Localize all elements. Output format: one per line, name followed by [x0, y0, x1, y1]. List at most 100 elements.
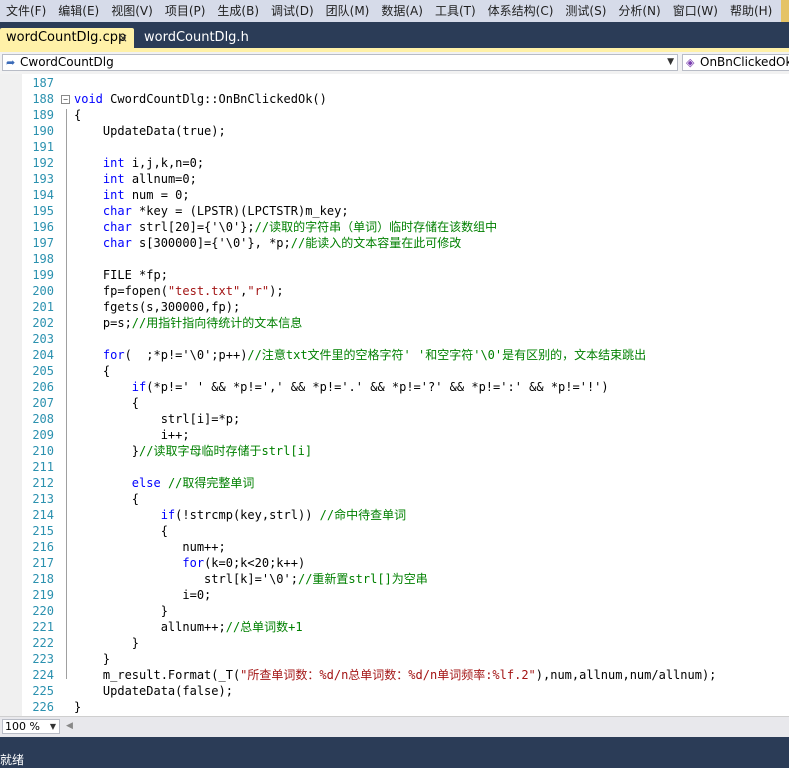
- line-number: 199: [32, 268, 54, 282]
- class-dropdown[interactable]: ➦ CwordCountDlg ▼: [2, 54, 678, 71]
- zoom-level: 100 %: [5, 720, 40, 733]
- line-number: 225: [32, 684, 54, 698]
- line-number: 222: [32, 636, 54, 650]
- code-text: int num = 0;: [102, 188, 190, 202]
- scroll-left-icon[interactable]: ◀: [66, 721, 73, 731]
- code-text: {: [74, 108, 82, 122]
- line-number: 192: [32, 156, 54, 170]
- line-number: 194: [32, 188, 54, 202]
- chevron-down-icon: ▼: [49, 722, 56, 731]
- line-number: 204: [32, 348, 54, 362]
- line-number: 190: [32, 124, 54, 138]
- line-number: 202: [32, 316, 54, 330]
- menu-item-7[interactable]: 数据(A): [375, 1, 429, 21]
- tab-label: wordCountDlg.cpp: [6, 30, 127, 45]
- line-number: 226: [32, 700, 54, 714]
- line-number: 206: [32, 380, 54, 394]
- code-text: p=s;//用指针指向待统计的文本信息: [74, 316, 303, 330]
- member-name: OnBnClickedOk: [700, 55, 789, 69]
- menu-item-11[interactable]: 分析(N): [612, 1, 666, 21]
- menu-item-12[interactable]: 窗口(W): [667, 1, 724, 21]
- menu-item-5[interactable]: 调试(D): [265, 1, 320, 21]
- code-text: strl[i]=*p;: [74, 412, 241, 426]
- code-text: char strl[20]={'\0'};//读取的字符串（单词）临时存储在该数…: [102, 220, 498, 234]
- outline-bar: [66, 109, 67, 679]
- line-number: 197: [32, 236, 54, 250]
- navigation-bar: ➦ CwordCountDlg ▼ ◈ OnBnClickedOk: [0, 52, 789, 75]
- line-number: 219: [32, 588, 54, 602]
- line-number: 205: [32, 364, 54, 378]
- collapse-icon[interactable]: −: [61, 95, 70, 104]
- menu-item-4[interactable]: 生成(B): [211, 1, 265, 21]
- line-number: 189: [32, 108, 54, 122]
- line-number: 221: [32, 620, 54, 634]
- line-number: 210: [32, 444, 54, 458]
- editor-bottom-bar: 100 % ▼ ◀: [0, 716, 789, 737]
- method-icon: ◈: [686, 56, 695, 69]
- line-number: 201: [32, 300, 54, 314]
- menu-item-6[interactable]: 团队(M): [320, 1, 376, 21]
- line-number: 211: [32, 460, 54, 474]
- tab-wordcountdlg-h[interactable]: wordCountDlg.h: [138, 28, 255, 48]
- line-number: 198: [32, 252, 54, 266]
- menu-item-0[interactable]: 文件(F): [0, 1, 52, 21]
- code-text: allnum++;//总单词数+1: [74, 620, 303, 634]
- tab-label: wordCountDlg.h: [144, 30, 249, 45]
- code-text: else //取得完整单词: [131, 476, 255, 490]
- code-text: fgets(s,300000,fp);: [74, 300, 241, 314]
- code-text: void CwordCountDlg::OnBnClickedOk(): [74, 92, 327, 106]
- code-editor[interactable]: 187 188− void CwordCountDlg::OnBnClickedOk…: [0, 74, 789, 716]
- class-name: CwordCountDlg: [20, 55, 114, 69]
- status-text: 就绪: [0, 753, 25, 767]
- line-number: 216: [32, 540, 54, 554]
- code-text: }//读取字母临时存储于strl[i]: [74, 444, 313, 458]
- code-text: }: [74, 700, 82, 714]
- code-text: UpdateData(false);: [74, 684, 233, 698]
- menu-item-2[interactable]: 视图(V): [105, 1, 159, 21]
- code-text: {: [74, 524, 168, 538]
- code-text: char s[300000]={'\0'}, *p;//能读入的文本容量在此可修…: [102, 236, 462, 250]
- line-number: 224: [32, 668, 54, 682]
- code-text: i++;: [74, 428, 190, 442]
- selection-margin: [0, 74, 22, 716]
- menu-item-10[interactable]: 测试(S): [559, 1, 612, 21]
- code-text: i=0;: [74, 588, 212, 602]
- menu-item-13[interactable]: 帮助(H): [724, 1, 778, 21]
- line-number: 191: [32, 140, 54, 154]
- line-number: 212: [32, 476, 54, 490]
- menu-item-8[interactable]: 工具(T): [429, 1, 482, 21]
- window-edge: [781, 0, 789, 22]
- code-text: }: [74, 652, 111, 666]
- chevron-down-icon: ▼: [667, 57, 674, 67]
- menu-bar: 文件(F) 编辑(E) 视图(V) 项目(P) 生成(B) 调试(D) 团队(M) 数据(A)…: [0, 0, 789, 23]
- line-number: 217: [32, 556, 54, 570]
- tab-wordcountdlg-cpp[interactable]: wordCountDlg.cpp ×: [0, 28, 134, 48]
- line-number: 193: [32, 172, 54, 186]
- code-text: if(!strcmp(key,strl)) //命中待查单词: [160, 508, 407, 522]
- close-icon[interactable]: ×: [118, 28, 128, 48]
- member-dropdown[interactable]: ◈ OnBnClickedOk: [682, 54, 789, 71]
- code-text: }: [74, 636, 140, 650]
- menu-item-9[interactable]: 体系结构(C): [482, 1, 560, 21]
- code-text: m_result.Format(_T("所查单词数：%d/n总单词数：%d/n单…: [74, 668, 717, 682]
- line-number: 223: [32, 652, 54, 666]
- line-number: 187: [32, 76, 54, 90]
- code-text: for( ;*p!='\0';p++)//注意txt文件里的空格字符' '和空字…: [102, 348, 647, 362]
- code-text: for(k=0;k<20;k++): [182, 556, 306, 570]
- line-number: 207: [32, 396, 54, 410]
- code-text: fp=fopen("test.txt","r");: [74, 284, 284, 298]
- line-number: 209: [32, 428, 54, 442]
- menu-item-1[interactable]: 编辑(E): [52, 1, 105, 21]
- line-number: 203: [32, 332, 54, 346]
- menu-item-3[interactable]: 项目(P): [159, 1, 212, 21]
- zoom-dropdown[interactable]: 100 % ▼: [2, 719, 60, 734]
- code-text: FILE *fp;: [74, 268, 168, 282]
- code-text: }: [74, 604, 168, 618]
- code-text: {: [74, 364, 111, 378]
- line-number: 195: [32, 204, 54, 218]
- line-number: 200: [32, 284, 54, 298]
- line-number: 196: [32, 220, 54, 234]
- line-number: 215: [32, 524, 54, 538]
- code-text: char *key = (LPSTR)(LPCTSTR)m_key;: [102, 204, 349, 218]
- code-text: int allnum=0;: [102, 172, 197, 186]
